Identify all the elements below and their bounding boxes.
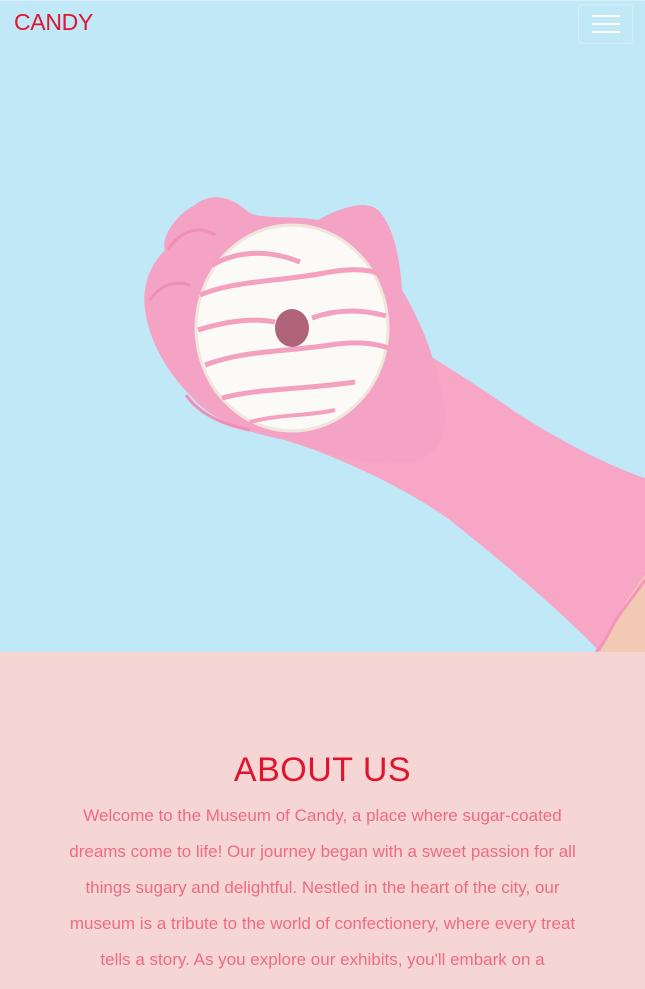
- about-heading: ABOUT US: [233, 751, 412, 789]
- hero-section: CANDY: [0, 0, 645, 652]
- donut-glove-image: [144, 197, 645, 652]
- navbar: CANDY: [0, 0, 645, 46]
- menu-toggle-button[interactable]: [578, 4, 633, 44]
- brand-logo-link[interactable]: CANDY: [14, 7, 93, 37]
- about-body-text: Welcome to the Museum of Candy, a place …: [69, 806, 576, 969]
- about-section: ABOUT US Welcome to the Museum of Candy,…: [0, 652, 645, 989]
- hamburger-icon: [592, 15, 620, 33]
